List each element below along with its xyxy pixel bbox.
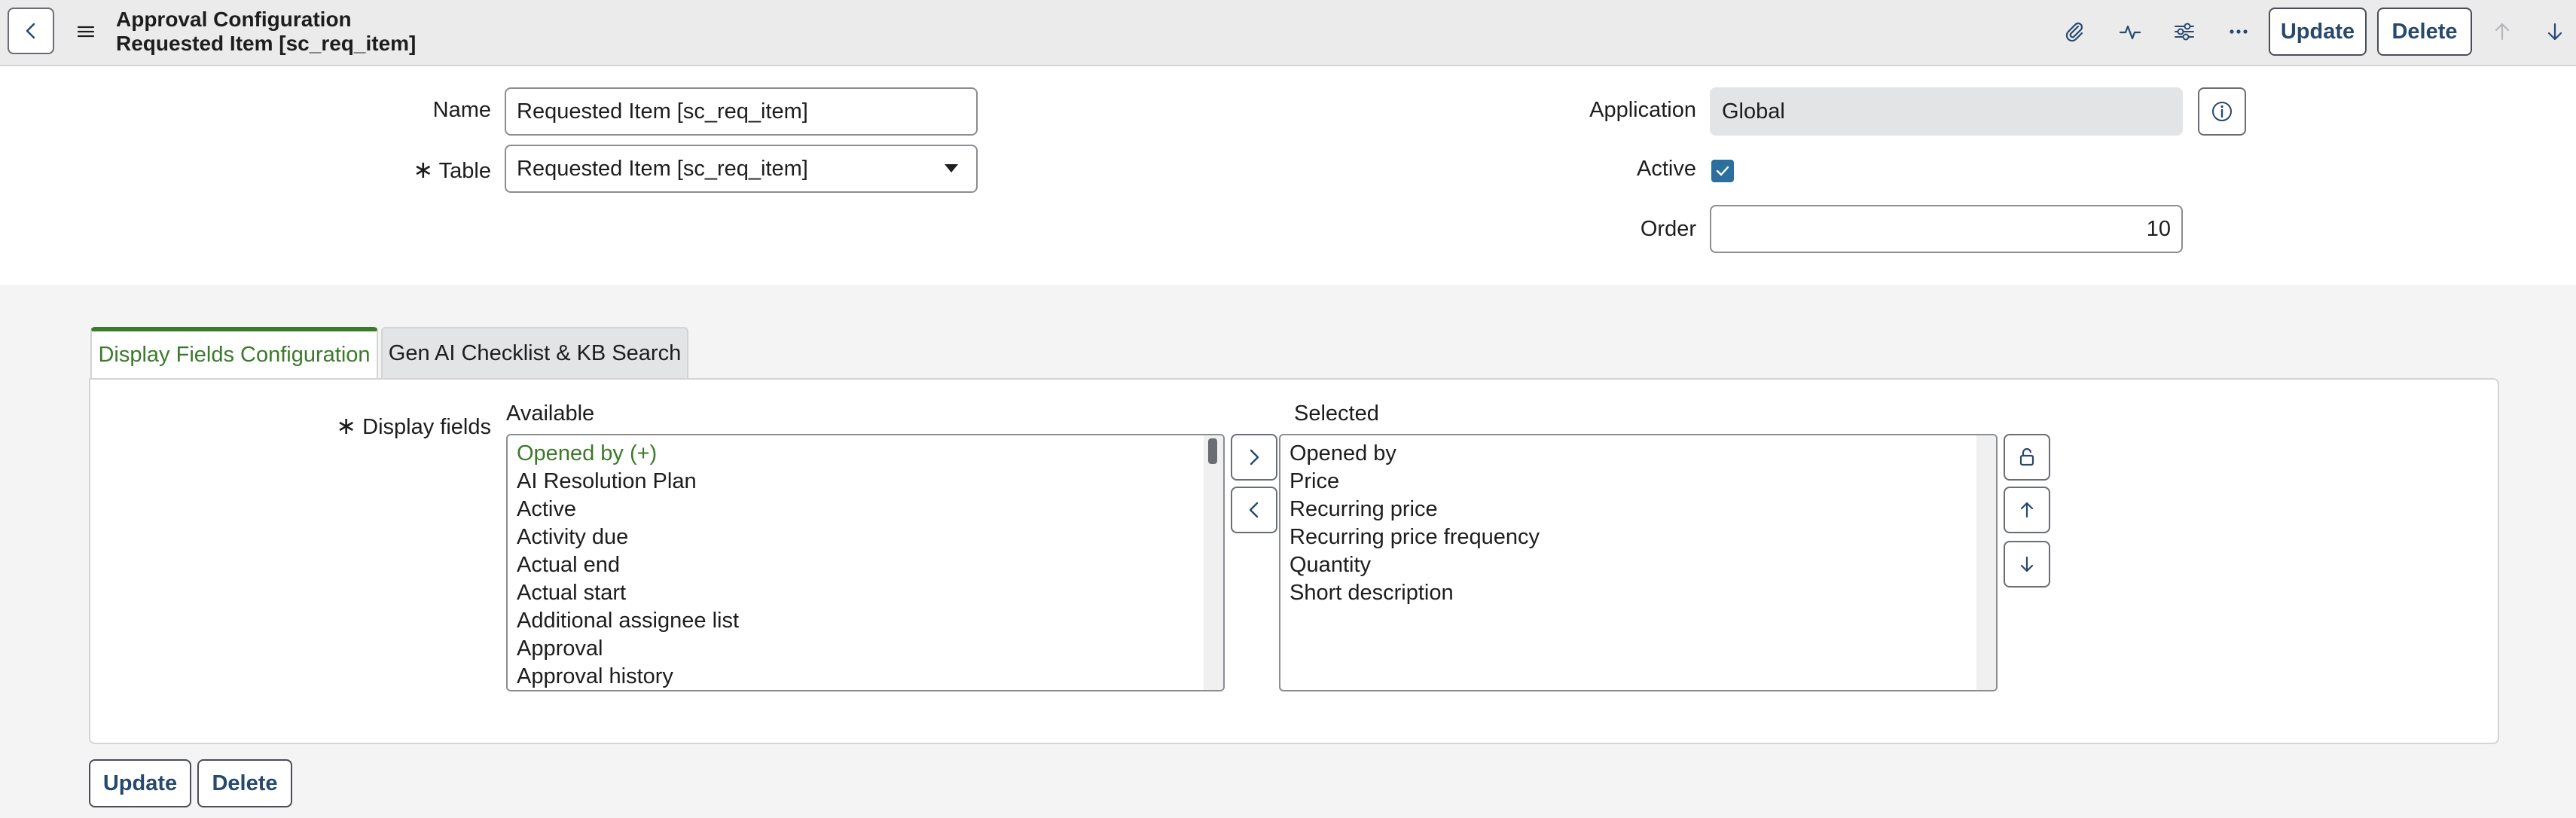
more-icon — [2227, 20, 2251, 44]
application-field: Global — [1710, 87, 2183, 136]
table-select[interactable]: Requested Item [sc_req_item] — [505, 145, 978, 193]
selected-scrollbar[interactable] — [1976, 435, 1996, 690]
available-list-item[interactable]: Additional assignee list — [517, 607, 1214, 635]
selected-list-item[interactable]: Quantity — [1290, 551, 1987, 579]
back-button[interactable] — [8, 8, 54, 54]
page-title-line1: Approval Configuration — [116, 8, 352, 31]
tab-gen-ai-checklist-kb-search[interactable]: Gen AI Checklist & KB Search — [381, 327, 688, 378]
table-label-group: ∗ Table — [407, 155, 491, 184]
attachment-button[interactable] — [2058, 15, 2091, 48]
active-label: Active — [1637, 157, 1696, 181]
selected-list-item[interactable]: Recurring price frequency — [1290, 523, 1987, 551]
scrollbar-thumb[interactable] — [1208, 438, 1217, 464]
order-label: Order — [1640, 217, 1696, 241]
previous-record-button[interactable] — [2486, 15, 2519, 48]
available-list-item[interactable]: Approval — [517, 635, 1214, 663]
available-list-item[interactable]: Actual end — [517, 551, 1214, 579]
move-up-button[interactable] — [2004, 487, 2050, 533]
display-fields-label-group: ∗ Display fields — [331, 411, 491, 440]
application-info-button[interactable] — [2198, 87, 2246, 136]
menu-button[interactable] — [75, 21, 96, 42]
back-icon — [21, 21, 41, 41]
add-to-selected-button[interactable] — [1231, 434, 1277, 481]
order-value: 10 — [2146, 216, 2171, 241]
selected-header: Selected — [1294, 401, 1379, 426]
selected-list-item[interactable]: Opened by — [1290, 440, 1987, 468]
available-list-item[interactable]: Activity due — [517, 523, 1214, 551]
form-header: Approval Configuration Requested Item [s… — [0, 0, 2576, 66]
activity-icon — [2118, 20, 2142, 44]
available-header: Available — [506, 401, 595, 426]
required-indicator: ∗ — [413, 156, 434, 183]
more-options-button[interactable] — [2222, 15, 2255, 48]
next-record-button[interactable] — [2538, 15, 2571, 48]
available-list-item[interactable]: Active — [517, 496, 1214, 523]
selected-items: Opened by Price Recurring price Recurring p… — [1280, 435, 1996, 612]
table-value: Requested Item [sc_req_item] — [517, 156, 808, 181]
name-label: Name — [432, 98, 491, 122]
display-fields-label: Display fields — [362, 415, 491, 439]
available-list-item[interactable]: Opened by (+) — [517, 440, 1214, 468]
arrow-up-icon — [2016, 499, 2037, 520]
name-field[interactable]: Requested Item [sc_req_item] — [505, 87, 978, 136]
available-items: Opened by (+) AI Resolution Plan Active Act… — [508, 435, 1223, 690]
available-list[interactable]: Opened by (+) AI Resolution Plan Active Act… — [506, 434, 1225, 691]
available-list-item[interactable]: AI Resolution Plan — [517, 468, 1214, 496]
info-icon — [2210, 99, 2234, 124]
page-title: Approval Configuration Requested Item [s… — [116, 8, 416, 56]
menu-icon — [77, 24, 95, 39]
selected-list-item[interactable]: Short description — [1290, 579, 1987, 607]
header-delete-button[interactable]: Delete — [2377, 8, 2472, 56]
available-list-item[interactable]: Actual start — [517, 579, 1214, 607]
table-label: Table — [438, 159, 491, 183]
settings-sliders-icon — [2172, 20, 2196, 44]
footer-delete-button[interactable]: Delete — [197, 759, 292, 807]
arrow-down-icon — [2544, 20, 2566, 43]
arrow-up-icon — [2491, 20, 2513, 43]
remove-from-selected-button[interactable] — [1231, 487, 1277, 533]
name-value: Requested Item [sc_req_item] — [517, 99, 808, 124]
selected-list-item[interactable]: Price — [1290, 468, 1987, 496]
unlock-icon — [2016, 447, 2037, 468]
footer-update-button[interactable]: Update — [89, 759, 191, 807]
available-list-item[interactable]: Approval history — [517, 663, 1214, 690]
header-update-button[interactable]: Update — [2269, 8, 2367, 56]
tab-display-fields-configuration[interactable]: Display Fields Configuration — [90, 327, 378, 378]
activity-button[interactable] — [2114, 15, 2147, 48]
available-scrollbar[interactable] — [1204, 435, 1223, 690]
active-checkbox[interactable] — [1711, 160, 1734, 182]
arrow-down-icon — [2016, 554, 2037, 575]
page-title-line2: Requested Item [sc_req_item] — [116, 32, 417, 55]
chevron-right-icon — [1244, 447, 1264, 467]
application-label: Application — [1589, 98, 1696, 122]
order-field[interactable]: 10 — [1710, 205, 2183, 253]
personalize-form-button[interactable] — [2168, 15, 2201, 48]
selected-list-item[interactable]: Recurring price — [1290, 496, 1987, 523]
selected-list[interactable]: Opened by Price Recurring price Recurring p… — [1279, 434, 1998, 691]
application-value: Global — [1722, 99, 1785, 124]
checkmark-icon — [1714, 163, 1731, 179]
chevron-down-icon — [945, 164, 958, 172]
required-indicator: ∗ — [336, 412, 357, 439]
attachment-icon — [2062, 20, 2086, 44]
move-down-button[interactable] — [2004, 541, 2050, 588]
chevron-left-icon — [1244, 500, 1264, 520]
unlock-button[interactable] — [2004, 434, 2050, 481]
